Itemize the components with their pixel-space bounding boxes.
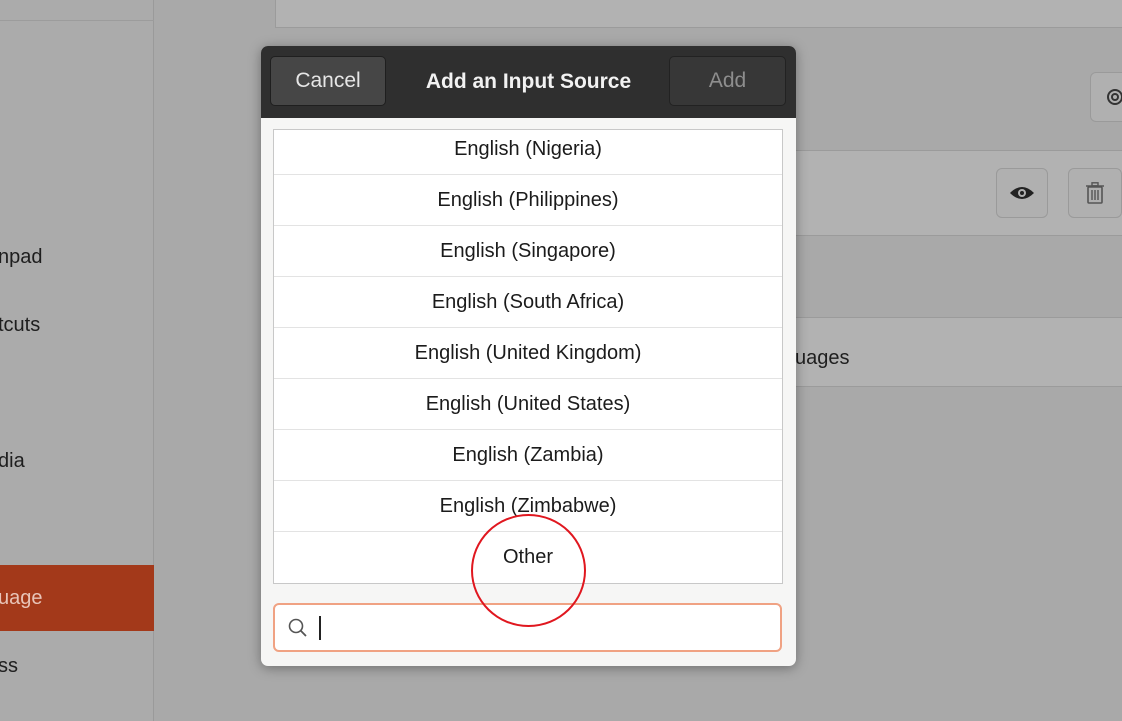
- sidebar-item-label: dia: [0, 450, 25, 472]
- sidebar-item-keyboard-shortcuts[interactable]: tcuts: [0, 314, 154, 337]
- sidebar-item-region-language[interactable]: uage: [0, 565, 154, 631]
- sidebar-item-label: ss: [0, 655, 18, 677]
- sidebar-item-label: uage: [0, 587, 43, 609]
- sidebar-item-removable-media[interactable]: dia: [0, 450, 154, 473]
- list-item[interactable]: English (Zimbabwe): [274, 481, 782, 532]
- gear-icon: [1107, 89, 1122, 105]
- list-item[interactable]: English (Nigeria): [274, 130, 782, 175]
- search-icon: [288, 618, 307, 637]
- sidebar-item-label: npad: [0, 246, 43, 268]
- sidebar-divider: [0, 20, 154, 21]
- add-input-source-dialog: Cancel Add an Input Source Add English (…: [261, 46, 796, 666]
- settings-sidebar: npad tcuts dia uage ss: [0, 0, 154, 721]
- trash-icon: [1086, 182, 1104, 204]
- search-input[interactable]: [273, 603, 782, 652]
- text-cursor: [319, 616, 321, 640]
- sidebar-item-label: tcuts: [0, 314, 41, 336]
- manage-languages-label: uages: [795, 347, 850, 369]
- cancel-button[interactable]: Cancel: [270, 56, 386, 106]
- top-panel: [275, 0, 1122, 28]
- list-item[interactable]: English (Philippines): [274, 175, 782, 226]
- list-item-other[interactable]: Other: [274, 532, 782, 583]
- input-source-list[interactable]: English (Nigeria) English (Philippines) …: [273, 129, 783, 584]
- list-item[interactable]: English (United States): [274, 379, 782, 430]
- eye-icon: [1010, 187, 1034, 199]
- dialog-headerbar: Cancel Add an Input Source Add: [261, 46, 796, 118]
- remove-input-source-button[interactable]: [1068, 168, 1122, 218]
- list-item[interactable]: English (Singapore): [274, 226, 782, 277]
- show-layout-button[interactable]: [996, 168, 1048, 218]
- list-item[interactable]: English (Zambia): [274, 430, 782, 481]
- input-source-options-button[interactable]: [1090, 72, 1122, 122]
- add-button[interactable]: Add: [669, 56, 786, 106]
- list-item[interactable]: English (South Africa): [274, 277, 782, 328]
- sidebar-item-touchpad[interactable]: npad: [0, 246, 154, 269]
- list-item[interactable]: English (United Kingdom): [274, 328, 782, 379]
- sidebar-item-accessibility[interactable]: ss: [0, 655, 154, 678]
